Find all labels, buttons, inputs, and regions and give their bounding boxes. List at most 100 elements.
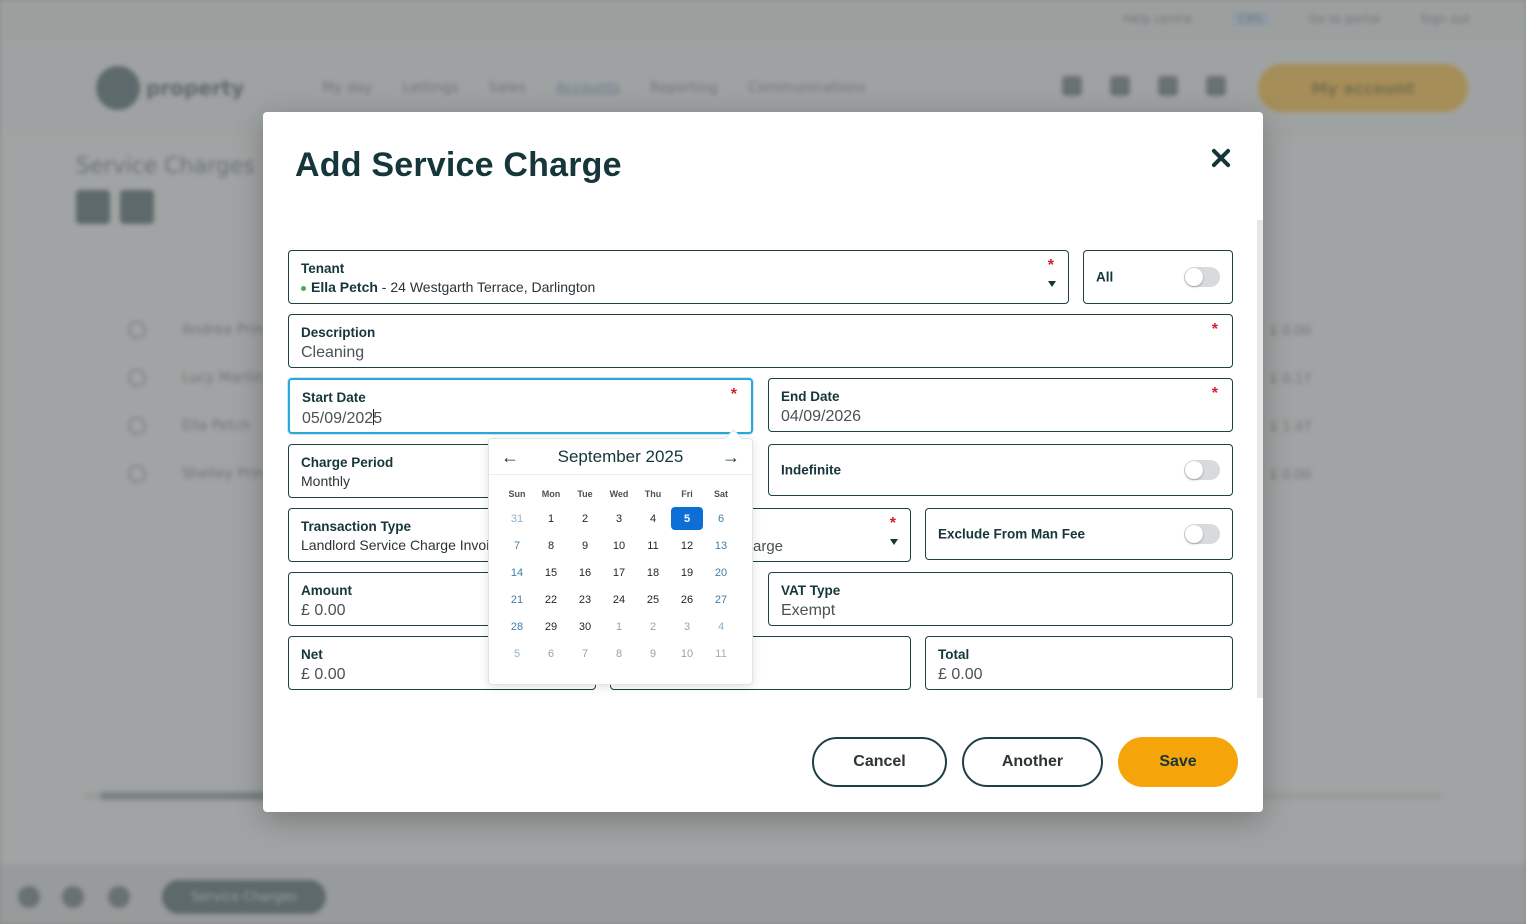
all-label: All: [1096, 269, 1114, 285]
weekday-label: Thu: [644, 489, 662, 499]
calendar-day[interactable]: 23: [568, 586, 602, 613]
calendar-day[interactable]: 29: [534, 613, 568, 640]
day-grid: 31 1 2 3 4 5 6 7 8 9 10 11 12 13 14 15 16 17 18 19 20 21 22 23 2…: [500, 505, 738, 667]
calendar-day[interactable]: 1: [602, 613, 636, 640]
calendar-day[interactable]: 2: [636, 613, 670, 640]
cancel-button[interactable]: Cancel: [812, 737, 947, 787]
calendar-day[interactable]: 13: [704, 532, 738, 559]
required-mark: *: [730, 386, 737, 403]
chevron-down-icon[interactable]: [1048, 281, 1056, 287]
calendar-day[interactable]: 10: [602, 532, 636, 559]
charge-period-label: Charge Period: [301, 455, 394, 470]
calendar-day[interactable]: 9: [568, 532, 602, 559]
calendar-day[interactable]: 6: [534, 640, 568, 667]
save-button[interactable]: Save: [1118, 737, 1238, 787]
net-value: £ 0.00: [301, 666, 346, 683]
calendar-day[interactable]: 2: [568, 505, 602, 532]
calendar-day[interactable]: 25: [636, 586, 670, 613]
tenant-select[interactable]: Tenant Ella Petch - 24 Westgarth Terrace…: [288, 250, 1069, 304]
calendar-day[interactable]: 21: [500, 586, 534, 613]
description-label: Description: [301, 325, 376, 340]
all-toggle[interactable]: [1184, 267, 1220, 287]
calendar-day[interactable]: 7: [568, 640, 602, 667]
transaction-type-value: Landlord Service Charge Invoice: [301, 537, 505, 553]
exclude-man-fee-label: Exclude From Man Fee: [938, 526, 1086, 542]
transaction-type-label: Transaction Type: [301, 519, 412, 534]
calendar-day[interactable]: 28: [500, 613, 534, 640]
calendar-day[interactable]: 8: [602, 640, 636, 667]
description-value: Cleaning: [301, 344, 365, 361]
vat-type-value: Exempt: [781, 602, 836, 619]
end-date-value: 04/09/2026: [781, 408, 862, 425]
calendar-day[interactable]: 24: [602, 586, 636, 613]
chevron-down-icon[interactable]: [890, 539, 898, 545]
indefinite-toggle[interactable]: [1184, 460, 1220, 480]
weekday-label: Fri: [681, 489, 693, 499]
arrow-right-icon[interactable]: →: [722, 447, 740, 468]
selected-day-label: 5: [671, 507, 703, 530]
calendar-day[interactable]: 12: [670, 532, 704, 559]
calendar-day[interactable]: 4: [704, 613, 738, 640]
calendar-day[interactable]: 3: [602, 505, 636, 532]
calendar-day[interactable]: 14: [500, 559, 534, 586]
calendar-day[interactable]: 4: [636, 505, 670, 532]
calendar-day[interactable]: 6: [704, 505, 738, 532]
tenant-name: Ella Petch: [311, 279, 378, 295]
status-dot-icon: [301, 285, 306, 291]
calendar-day[interactable]: 31: [500, 505, 534, 532]
calendar-day[interactable]: 5: [500, 640, 534, 667]
tenant-value: Ella Petch - 24 Westgarth Terrace, Darli…: [301, 279, 595, 295]
start-date-label: Start Date: [302, 390, 366, 405]
calendar-day[interactable]: 8: [534, 532, 568, 559]
exclude-man-fee-field: Exclude From Man Fee: [925, 508, 1233, 560]
start-date-value: 05/09/2025: [302, 409, 382, 428]
calendar-day[interactable]: 26: [670, 586, 704, 613]
description-field[interactable]: Description Cleaning *: [288, 314, 1233, 368]
calendar-day[interactable]: 17: [602, 559, 636, 586]
total-value: £ 0.00: [938, 666, 983, 683]
calendar-day[interactable]: 18: [636, 559, 670, 586]
total-field[interactable]: Total £ 0.00: [925, 636, 1233, 690]
calendar-day[interactable]: 10: [670, 640, 704, 667]
another-button[interactable]: Another: [962, 737, 1103, 787]
net-label: Net: [301, 647, 323, 662]
calendar-day[interactable]: 7: [500, 532, 534, 559]
required-mark: *: [1211, 321, 1218, 338]
weekday-label: Sat: [713, 489, 728, 499]
calendar-day-selected[interactable]: 5: [670, 505, 704, 532]
date-picker-header: ← September 2025 →: [489, 439, 752, 475]
calendar-day[interactable]: 11: [704, 640, 738, 667]
calendar-day[interactable]: 16: [568, 559, 602, 586]
amount-label: Amount: [301, 583, 352, 598]
weekday-label: Sun: [508, 489, 526, 499]
weekday-label: Tue: [577, 489, 593, 499]
required-mark: *: [889, 515, 896, 532]
calendar-day[interactable]: 15: [534, 559, 568, 586]
vat-type-label: VAT Type: [781, 583, 841, 598]
exclude-man-fee-toggle[interactable]: [1184, 524, 1220, 544]
weekday-label: Mon: [541, 489, 561, 499]
tenant-address: - 24 Westgarth Terrace, Darlington: [377, 279, 596, 295]
start-date-text-end: 5: [373, 410, 383, 427]
total-label: Total: [938, 647, 970, 662]
calendar-day[interactable]: 19: [670, 559, 704, 586]
start-date-field[interactable]: Start Date 05/09/2025 *: [288, 378, 753, 434]
charge-period-value: Monthly: [301, 473, 351, 489]
charge-value: arge: [753, 538, 784, 555]
calendar-day[interactable]: 9: [636, 640, 670, 667]
calendar-day[interactable]: 3: [670, 613, 704, 640]
calendar-day[interactable]: 30: [568, 613, 602, 640]
dialog-scrollbar[interactable]: [1257, 220, 1263, 698]
weekday-header: Sun Mon Tue Wed Thu Fri Sat: [500, 489, 738, 499]
calendar-day[interactable]: 20: [704, 559, 738, 586]
indefinite-toggle-field: Indefinite: [768, 444, 1233, 496]
close-icon[interactable]: [1201, 138, 1241, 178]
calendar-day[interactable]: 27: [704, 586, 738, 613]
calendar-day[interactable]: 11: [636, 532, 670, 559]
vat-type-select[interactable]: VAT Type Exempt: [768, 572, 1233, 626]
weekday-label: Wed: [609, 489, 629, 499]
calendar-day[interactable]: 1: [534, 505, 568, 532]
amount-value: £ 0.00: [301, 602, 346, 619]
end-date-field[interactable]: End Date 04/09/2026 *: [768, 378, 1233, 432]
calendar-day[interactable]: 22: [534, 586, 568, 613]
